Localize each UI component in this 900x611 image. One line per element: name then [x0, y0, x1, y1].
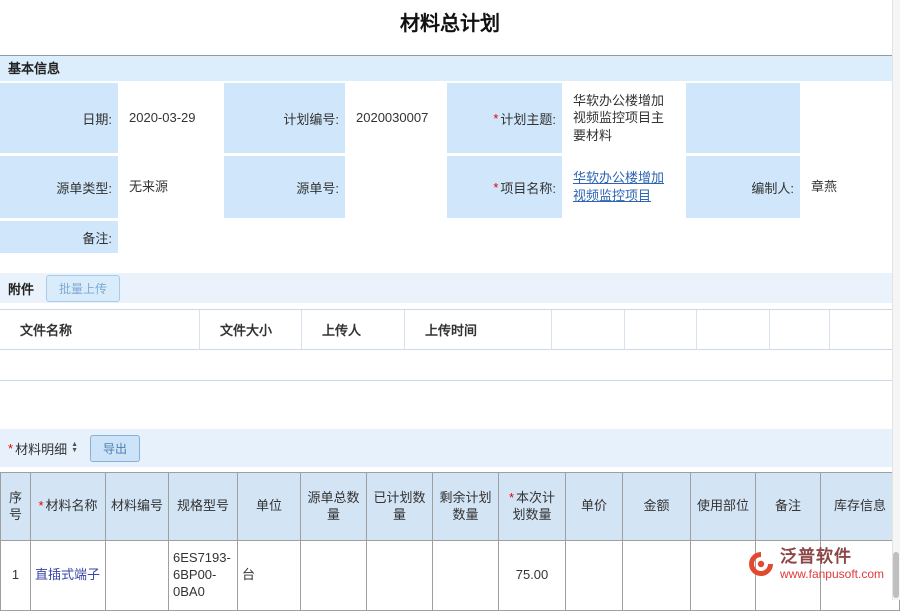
col-material-name: *材料名称 [31, 473, 106, 541]
required-mark: * [8, 441, 13, 456]
col-stock-info: 库存信息 [821, 473, 900, 541]
subject-label: *计划主题: [447, 83, 562, 153]
creator-value: 章燕 [803, 156, 900, 218]
plan-no-label: 计划编号: [224, 83, 345, 153]
attachment-col-uploader: 上传人 [302, 310, 405, 350]
source-type-label: 源单类型: [0, 156, 118, 218]
source-no-label: 源单号: [224, 156, 345, 218]
cell-spec-model: 6ES7193-6BP00-0BA0 [169, 541, 238, 611]
project-label: *项目名称: [447, 156, 562, 218]
empty-value-cell [803, 83, 900, 153]
col-seq: 序号 [1, 473, 31, 541]
col-remark: 备注 [756, 473, 821, 541]
cell-seq: 1 [1, 541, 31, 611]
page-title: 材料总计划 [0, 0, 900, 36]
watermark-url: www.fanpusoft.com [780, 567, 884, 581]
col-source-total-qty: 源单总数量 [301, 473, 367, 541]
fanpu-logo-icon [748, 551, 774, 577]
cell-material-name: 直插式端子 [31, 541, 106, 611]
remark-label: 备注: [0, 221, 118, 253]
col-planned-qty: 已计划数量 [367, 473, 433, 541]
batch-upload-button[interactable]: 批量上传 [46, 275, 120, 302]
watermark-brand: 泛普软件 [780, 548, 884, 567]
remark-value [121, 221, 900, 253]
basic-info-title: 基本信息 [8, 61, 60, 76]
attachments-section-header: 附件 批量上传 [0, 273, 900, 303]
attachment-col-empty [625, 310, 697, 350]
col-unit-price: 单价 [566, 473, 623, 541]
col-material-code: 材料编号 [106, 473, 169, 541]
attachments-title: 附件 [8, 279, 34, 298]
attachment-col-empty [770, 310, 830, 350]
empty-label-cell [686, 83, 800, 153]
sort-toggle-icon[interactable]: ▲▼ [71, 442, 78, 454]
required-mark: * [493, 111, 498, 126]
attachment-col-empty [697, 310, 770, 350]
attachment-col-filename: 文件名称 [0, 310, 200, 350]
attachments-table: 文件名称 文件大小 上传人 上传时间 [0, 309, 900, 381]
cell-planned-qty [367, 541, 433, 611]
project-link[interactable]: 华软办公楼增加视频监控项目 [573, 169, 675, 204]
col-spec-model: 规格型号 [169, 473, 238, 541]
vertical-scrollbar[interactable] [892, 0, 900, 600]
cell-current-plan-qty: 75.00 [499, 541, 566, 611]
cell-material-code [106, 541, 169, 611]
basic-info-form: 日期: 2020-03-29 计划编号: 2020030007 *计划主题: 华… [0, 83, 900, 253]
col-amount: 金额 [623, 473, 691, 541]
creator-label: 编制人: [686, 156, 800, 218]
cell-remaining-qty [433, 541, 499, 611]
cell-unit: 台 [238, 541, 301, 611]
date-value: 2020-03-29 [121, 83, 221, 153]
col-usage-part: 使用部位 [691, 473, 756, 541]
cell-unit-price [566, 541, 623, 611]
col-unit: 单位 [238, 473, 301, 541]
material-detail-title: 材料明细 [15, 439, 67, 458]
cell-amount [623, 541, 691, 611]
source-type-value: 无来源 [121, 156, 221, 218]
attachments-empty-body [0, 350, 900, 380]
subject-value: 华软办公楼增加视频监控项目主要材料 [565, 83, 683, 153]
vendor-watermark: 泛普软件 www.fanpusoft.com [748, 548, 884, 581]
plan-no-value: 2020030007 [348, 83, 444, 153]
export-button[interactable]: 导出 [90, 435, 140, 462]
col-remaining-qty: 剩余计划数量 [433, 473, 499, 541]
attachment-col-filesize: 文件大小 [200, 310, 302, 350]
material-detail-table: 序号 *材料名称 材料编号 规格型号 单位 源单总数量 已计划数量 剩余计划数量… [0, 472, 900, 611]
material-detail-section-header: * 材料明细 ▲▼ 导出 [0, 429, 900, 467]
attachment-col-uploadtime: 上传时间 [405, 310, 552, 350]
cell-source-total-qty [301, 541, 367, 611]
date-label: 日期: [0, 83, 118, 153]
basic-info-section-header: 基本信息 [0, 55, 900, 81]
cell-usage-part [691, 541, 756, 611]
required-mark: * [38, 498, 43, 513]
project-value-cell: 华软办公楼增加视频监控项目 [565, 156, 683, 218]
attachment-col-empty [552, 310, 625, 350]
required-mark: * [509, 490, 514, 505]
required-mark: * [493, 180, 498, 195]
scrollbar-thumb[interactable] [893, 552, 899, 598]
col-current-plan-qty: *本次计划数量 [499, 473, 566, 541]
source-no-value [348, 156, 444, 218]
attachment-col-empty [830, 310, 900, 350]
